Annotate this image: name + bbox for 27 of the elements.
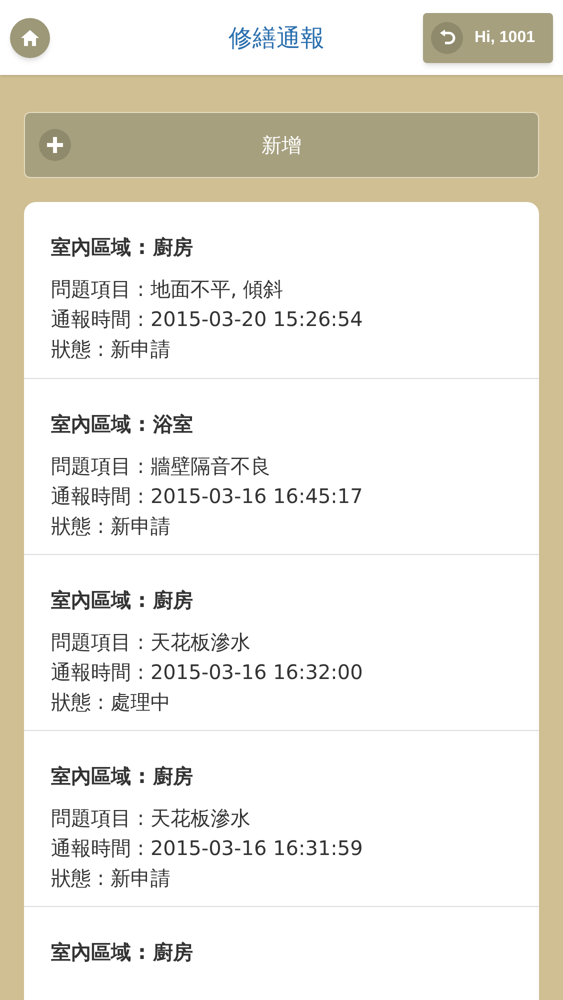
report-item[interactable]: 室內區域 : 廚房 問題項目 : 天花板滲水 通報時間 : 2015-03-16 16:31:59 狀態 : 新申請 <box>24 730 539 906</box>
status-text: 狀態 : 新申請 <box>51 865 172 892</box>
issue-text: 問題項目 : 牆壁隔音不良 <box>51 453 272 480</box>
time-text: 通報時間 : 2015-03-16 16:31:59 <box>51 835 364 862</box>
area-text: 室內區域 : 廚房 <box>51 234 194 261</box>
area-text: 室內區域 : 廚房 <box>51 763 194 790</box>
area-text: 室內區域 : 廚房 <box>51 587 194 614</box>
home-icon <box>20 28 40 46</box>
home-button[interactable] <box>10 18 50 58</box>
report-item[interactable]: 室內區域 : 廚房 問題項目 : 地面不平, 傾斜 通報時間 : 2015-03-20 15:26:54 狀態 : 新申請 <box>24 202 539 378</box>
plus-icon <box>46 136 64 154</box>
status-text: 狀態 : 處理中 <box>51 689 172 716</box>
issue-text: 問題項目 : 天花板滲水 <box>51 805 252 832</box>
undo-icon <box>438 28 456 46</box>
time-text: 通報時間 : 2015-03-20 15:26:54 <box>51 306 364 333</box>
issue-text: 問題項目 : 天花板滲水 <box>51 629 252 656</box>
status-text: 狀態 : 新申請 <box>51 513 172 540</box>
area-text: 室內區域 : 浴室 <box>51 411 194 438</box>
page-title: 修繕通報 <box>228 22 324 54</box>
time-text: 通報時間 : 2015-03-16 16:32:00 <box>51 659 364 686</box>
report-item[interactable]: 室內區域 : 廚房 <box>24 906 539 1000</box>
area-text: 室內區域 : 廚房 <box>51 939 194 966</box>
time-text: 通報時間 : 2015-03-16 16:45:17 <box>51 483 364 510</box>
report-item[interactable]: 室內區域 : 廚房 問題項目 : 天花板滲水 通報時間 : 2015-03-16 16:32:00 狀態 : 處理中 <box>24 554 539 730</box>
issue-text: 問題項目 : 地面不平, 傾斜 <box>51 276 284 303</box>
report-item[interactable]: 室內區域 : 浴室 問題項目 : 牆壁隔音不良 通報時間 : 2015-03-16 16:45:17 狀態 : 新申請 <box>24 378 539 554</box>
status-text: 狀態 : 新申請 <box>51 336 172 363</box>
